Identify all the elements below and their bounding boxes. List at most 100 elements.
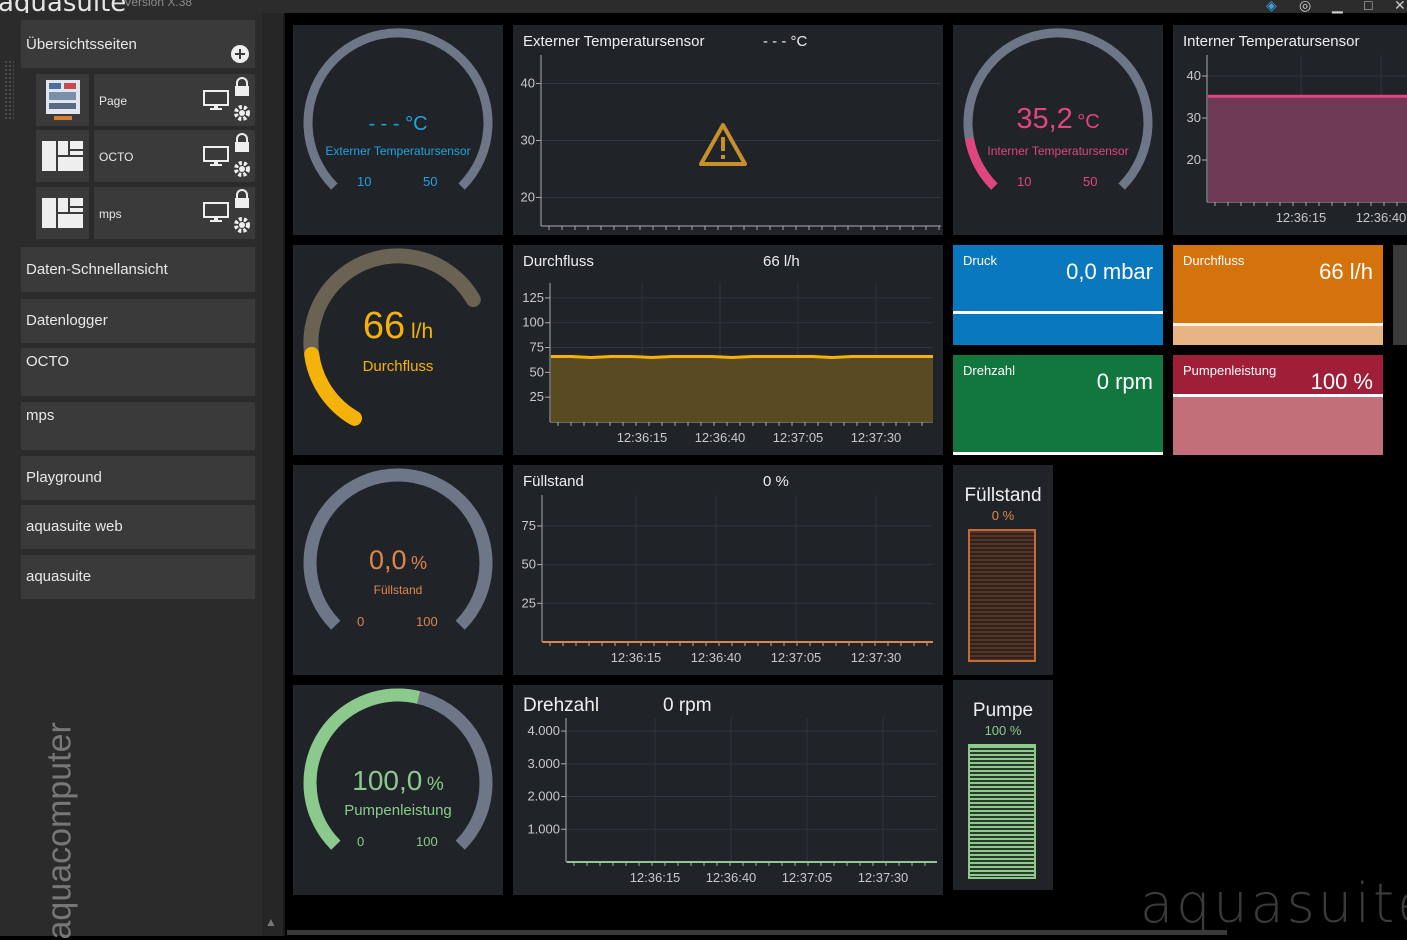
monitor-icon[interactable]: [203, 90, 229, 112]
gear-icon[interactable]: [231, 214, 253, 236]
tile-label: Drehzahl: [963, 363, 1016, 378]
fill-level-chart: 25 50 75 12:36:15 12:36:40 12:37:05 12:37:30: [522, 495, 933, 665]
brand-watermark: aquasuite: [1140, 872, 1407, 935]
layout-icon: [42, 141, 83, 171]
page-label: OCTO: [99, 150, 134, 164]
sidebar-item-playground[interactable]: Playground: [21, 456, 255, 500]
gauge-panel-fill-level: 0,0 % Füllstand 0 100: [293, 465, 503, 675]
layout-thumbnail[interactable]: [36, 130, 89, 182]
x-tick-label: 12:36:15: [617, 430, 668, 445]
sidebar-item-datenlogger[interactable]: Datenlogger: [21, 299, 255, 343]
tile-value: 0,0 mbar: [1066, 259, 1153, 284]
page-label: Page: [99, 94, 128, 108]
gauge-label: Interner Temperatursensor: [987, 144, 1129, 158]
gauge-value: 100,0 %: [352, 765, 444, 796]
pump-bar: [968, 744, 1036, 879]
y-tick-label: 3.000: [527, 756, 560, 771]
sidebar-item-label: Datenlogger: [26, 312, 108, 329]
gear-icon[interactable]: [231, 102, 253, 124]
x-tick-label: 12:37:30: [851, 650, 902, 665]
lock-icon[interactable]: [233, 77, 251, 97]
y-tick-label: 75: [530, 340, 544, 355]
page-thumbnail[interactable]: [36, 74, 89, 126]
overview-pages-header[interactable]: Übersichtsseiten: [21, 20, 255, 68]
y-tick-label: 40: [521, 76, 535, 91]
tile-level-line: [953, 452, 1163, 455]
tile-fill-area: [1173, 326, 1383, 345]
layout-thumbnail[interactable]: [36, 187, 89, 239]
tile-label: Pumpenleistung: [1183, 363, 1277, 378]
gauge-min: 0: [357, 834, 365, 849]
y-tick-label: 1.000: [527, 821, 560, 836]
sidebar-item-label: Playground: [26, 469, 102, 486]
info-icon[interactable]: ◎: [1299, 0, 1311, 12]
add-page-icon[interactable]: [230, 44, 250, 64]
gauge-label: Füllstand: [373, 583, 423, 597]
layout-icon: [42, 198, 83, 228]
bar-value: 100 %: [984, 723, 1022, 738]
gauge-label: Durchfluss: [362, 358, 434, 375]
monitor-icon[interactable]: [203, 146, 229, 168]
chart-panel-flow: Durchfluss 66 l/h 25 50 75 100 125 12:36:15 12…: [513, 245, 943, 455]
gauge-panel-pump-power: 100,0 % Pumpenleistung 0 100: [293, 685, 503, 895]
x-tick-label: 12:37:30: [851, 430, 902, 445]
x-tick-label: 12:37:30: [858, 870, 909, 885]
gauge-value: 66 l/h: [362, 305, 434, 347]
gauge-max: 100: [416, 614, 438, 629]
close-icon[interactable]: ✕: [1394, 0, 1406, 12]
y-tick-label: 50: [530, 364, 544, 379]
y-tick-label: 30: [521, 133, 535, 148]
minimize-icon[interactable]: ▁: [1332, 0, 1343, 12]
sidebar-item-mps[interactable]: mps: [21, 402, 255, 450]
layers-icon[interactable]: ◈: [1266, 0, 1277, 12]
tile-pressure: Druck 0,0 mbar: [953, 245, 1163, 345]
sidebar-item-daten-schnellansicht[interactable]: Daten-Schnellansicht: [21, 247, 255, 292]
y-tick-label: 75: [522, 518, 536, 533]
warning-icon: [699, 123, 747, 166]
y-tick-label: 50: [522, 557, 536, 572]
scroll-up-icon[interactable]: ▲: [265, 915, 277, 929]
chart-panel-external-temp: Externer Temperatursensor - - - °C 20 30 4…: [513, 25, 943, 235]
sidebar-scroll-track[interactable]: [262, 13, 283, 936]
y-tick-label: 20: [1187, 152, 1201, 167]
gauge-panel-internal-temp: 35,2 °C Interner Temperatursensor 10 50: [953, 25, 1163, 235]
drag-grip[interactable]: [4, 60, 14, 120]
x-tick-label: 12:36:15: [1276, 210, 1327, 225]
chart-panel-fill-level: Füllstand 0 % 25 50 75 12:36:15 12:36:40 12:3…: [513, 465, 943, 675]
gauge-min: 10: [357, 174, 372, 189]
y-tick-label: 100: [522, 315, 544, 330]
page-preview-icon: [46, 80, 80, 120]
tile-level-line: [953, 311, 1163, 314]
sidebar-divider: [283, 13, 285, 936]
maximize-icon[interactable]: □: [1364, 0, 1372, 12]
page-label: mps: [99, 207, 122, 221]
gauge-max: 50: [423, 174, 438, 189]
series-line: [551, 355, 933, 360]
vertical-brand-logo: aquacomputer: [40, 722, 79, 940]
horizontal-scrollbar[interactable]: [287, 930, 1227, 935]
lock-icon[interactable]: [233, 189, 251, 209]
y-tick-label: 4.000: [527, 723, 560, 738]
series-area: [551, 356, 933, 422]
tile-value: 66 l/h: [1319, 259, 1373, 284]
sidebar-item-octo[interactable]: OCTO: [21, 348, 255, 396]
x-tick-label: 12:36:40: [1356, 210, 1407, 225]
gauge-value: 35,2 °C: [1016, 103, 1100, 135]
x-tick-label: 12:37:05: [771, 650, 822, 665]
tile-label: Druck: [963, 253, 997, 268]
sidebar-item-aquasuite[interactable]: aquasuite: [21, 555, 255, 599]
tile-fill-area: [1173, 397, 1383, 455]
lock-icon[interactable]: [233, 133, 251, 153]
bar-panel-pump: Pumpe 100 %: [953, 680, 1053, 890]
tile-partial: [1393, 245, 1407, 345]
tile-value: 100 %: [1310, 369, 1373, 394]
gauge-min: 10: [1017, 174, 1032, 189]
sidebar-item-aquasuite-web[interactable]: aquasuite web: [21, 505, 255, 549]
tile-label: Durchfluss: [1183, 253, 1245, 268]
bar-title: Füllstand: [964, 485, 1042, 506]
y-tick-label: 40: [1187, 68, 1201, 83]
gauge-min: 0: [357, 614, 365, 629]
gauge-label: Pumpenleistung: [344, 802, 452, 819]
gear-icon[interactable]: [231, 158, 253, 180]
monitor-icon[interactable]: [203, 202, 229, 224]
